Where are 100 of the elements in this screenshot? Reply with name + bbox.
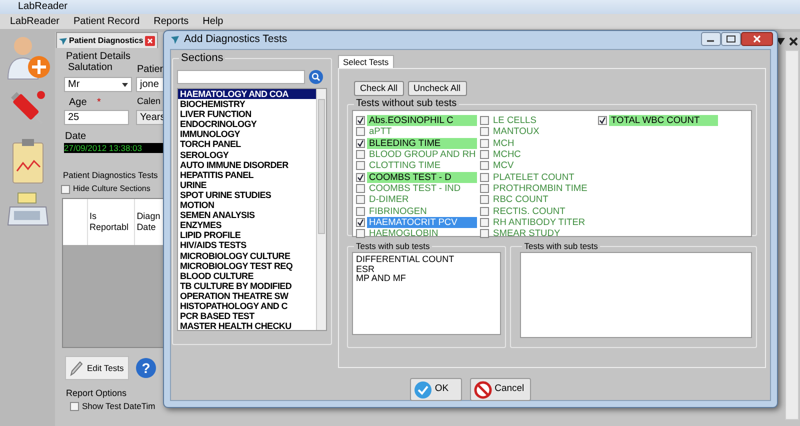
list-item[interactable]: AUTO IMMUNE DISORDER [178,160,316,170]
menu-item[interactable]: Help [202,14,224,29]
scrollbar[interactable] [316,89,326,330]
ok-button[interactable]: OK [410,378,462,401]
checked-checkbox[interactable] [356,116,365,126]
list-item[interactable]: HEPATITIS PANEL [178,170,316,180]
test-label[interactable]: SMEAR STUDY [491,228,598,240]
list-item[interactable]: IMMUNOLOGY [178,129,316,140]
list-item[interactable]: SEROLOGY [178,150,316,160]
document-tab[interactable]: Patient Diagnostics [56,32,158,48]
checkbox[interactable] [356,206,365,216]
search-field[interactable] [177,70,305,84]
search-icon[interactable] [309,70,323,84]
menu-item[interactable]: Reports [154,14,189,29]
close-icon[interactable] [145,36,156,46]
list-item[interactable]: ENDOCRINOLOGY [178,119,316,130]
help-button[interactable]: ? [136,358,156,378]
list-item[interactable]: HIV/AIDS TESTS [178,240,316,250]
test-label[interactable]: MCH [491,138,598,149]
test-label[interactable]: RH ANTIBODY TITER [491,216,598,228]
checkbox[interactable] [356,150,365,160]
test-label[interactable]: RBC COUNT [491,194,598,206]
list-item[interactable]: BLOOD CULTURE [178,270,316,281]
edit-tests-button[interactable]: Edit Tests [65,356,129,380]
checkbox[interactable] [480,172,489,182]
close-icon[interactable] [789,37,798,46]
checkbox[interactable] [356,229,365,238]
cancel-button[interactable]: Cancel [470,378,532,401]
list-item[interactable]: SEMEN ANALYSIS [178,210,316,220]
test-label[interactable]: D-DIMER [367,194,477,206]
test-label[interactable]: PLATELET COUNT [491,172,598,183]
checkbox[interactable] [356,195,365,204]
list-item[interactable]: MOTION [178,200,316,210]
test-label[interactable]: BLEEDING TIME [367,138,477,149]
test-label[interactable]: PROTHROMBIN TIME [491,182,598,194]
test-label[interactable]: BLOOD GROUP AND RH [367,149,477,160]
name-field[interactable]: jone [136,77,166,92]
list-item[interactable]: URINE [178,180,316,190]
list-item[interactable]: ESR [356,264,498,274]
test-label[interactable]: Abs.EOSINOPHIL C [367,115,477,126]
checked-checkbox[interactable] [356,138,365,148]
checkbox[interactable] [480,229,489,238]
checkbox[interactable] [480,150,489,160]
checkbox[interactable] [356,184,365,193]
list-item[interactable]: PCR BASED TEST [178,311,316,322]
checked-checkbox[interactable] [356,218,365,227]
checkbox[interactable] [480,218,489,227]
clipboard-chart-icon[interactable] [10,137,46,185]
list-item[interactable]: BIOCHEMISTRY [178,99,316,110]
tab[interactable]: Select Tests [338,55,394,68]
test-label[interactable]: HAEMOGLOBIN [367,228,477,240]
check-all-button[interactable]: Check All [354,81,404,96]
list-item[interactable]: TORCH PANEL [178,139,316,150]
checkbox[interactable] [480,138,489,148]
list-item[interactable]: SPOT URINE STUDIES [178,190,316,200]
test-label[interactable]: RECTIS. COUNT [491,206,598,217]
checked-checkbox[interactable] [356,172,365,182]
list-item[interactable]: MP AND MF [356,274,498,284]
minimize-icon[interactable] [701,32,721,46]
checkbox[interactable] [70,402,79,411]
checkbox[interactable] [480,184,489,193]
list-item[interactable]: HISTOPATHOLOGY AND C [178,300,316,312]
list-item[interactable]: LIVER FUNCTION [178,109,316,120]
checkbox[interactable] [356,127,365,136]
list-item[interactable]: MASTER HEALTH CHECKU [178,321,316,332]
close-icon[interactable] [741,32,773,46]
dropdown-arrow-icon[interactable] [776,38,785,45]
test-label[interactable]: COOMBS TEST - D [367,172,477,183]
test-label[interactable]: TOTAL WBC COUNT [609,115,718,126]
checkbox[interactable] [61,184,70,194]
checkbox[interactable] [480,127,489,136]
test-label[interactable]: LE CELLS [491,115,598,126]
list-item[interactable]: OPERATION THEATRE SW [178,290,316,301]
list-item[interactable]: MICROBIOLOGY TEST REQ [178,260,316,271]
test-label[interactable]: aPTT [367,126,477,138]
test-label[interactable]: MCV [491,160,598,172]
test-label[interactable]: COOMBS TEST - IND [367,182,477,194]
list-item[interactable]: MICROBIOLOGY CULTURE [178,250,316,261]
test-label[interactable]: MANTOUX [491,126,598,138]
menu-item[interactable]: LabReader [10,14,60,29]
age-field[interactable]: 25 [64,110,129,125]
checkbox[interactable] [356,161,365,170]
maximize-icon[interactable] [721,32,741,46]
list-item[interactable]: DIFFERENTIAL COUNT [356,255,498,264]
uncheck-all-button[interactable]: Uncheck All [408,81,467,96]
scrollbar[interactable] [785,50,799,420]
checkbox[interactable] [480,161,489,170]
test-label[interactable]: MCHC [491,149,598,160]
list-item[interactable]: HAEMATOLOGY AND COA [178,89,316,100]
checked-checkbox[interactable] [598,116,607,126]
checkbox[interactable] [480,206,489,216]
list-item[interactable]: TB CULTURE BY MODIFIED [178,280,316,291]
list-item[interactable]: ENZYMES [178,220,316,230]
menu-item[interactable]: Patient Record [73,14,140,29]
list-item[interactable]: LIPID PROFILE [178,230,316,240]
checkbox[interactable] [480,195,489,204]
test-label[interactable]: FIBRINOGEN [367,206,477,217]
salutation-dropdown[interactable]: Mr [64,77,132,92]
test-label[interactable]: CLOTTING TIME [367,160,477,172]
checkbox[interactable] [480,116,489,126]
